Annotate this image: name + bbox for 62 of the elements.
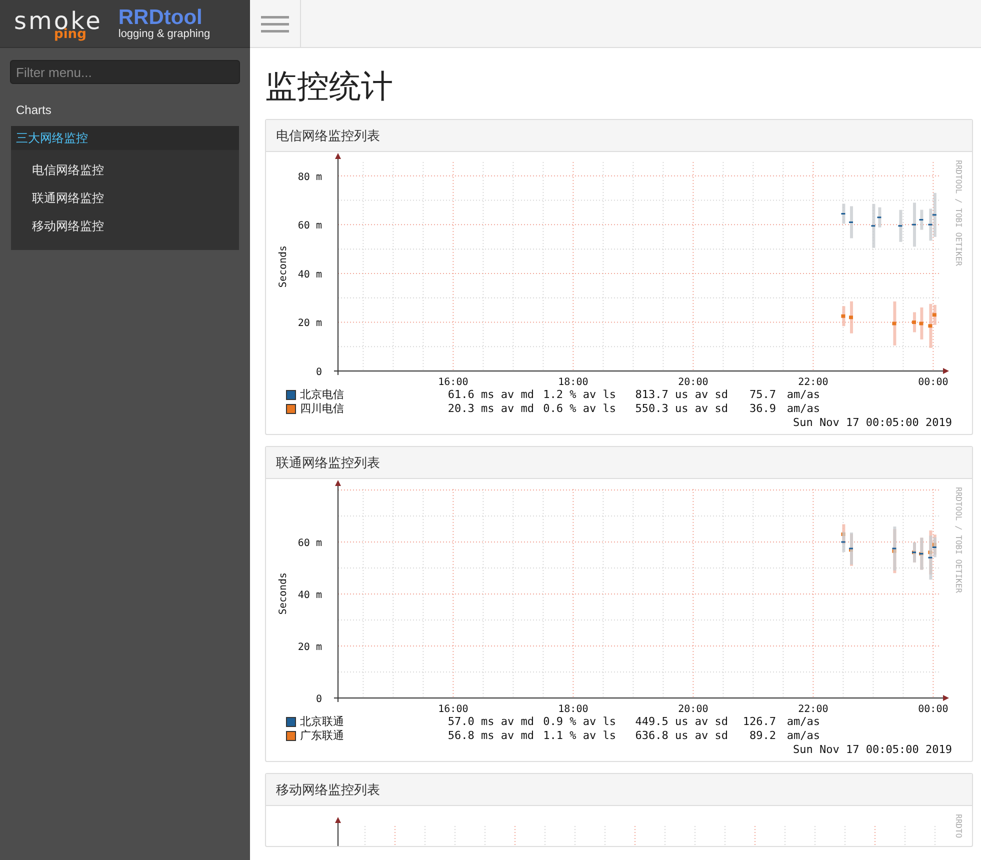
x-tick-label: 16:00 <box>438 704 468 714</box>
ratio-value: 126.7 <box>742 715 776 728</box>
graph-credit: RRDTOOL / TOBI OETIKER <box>954 160 963 266</box>
graph-date: Sun Nov 17 00:05:00 2019 <box>793 742 953 758</box>
ratio-unit: am/as <box>786 729 820 742</box>
page-title: 监控统计 <box>265 67 393 106</box>
menu-group[interactable]: 三大网络监控 <box>11 126 239 150</box>
ratio-value: 75.7 <box>748 388 776 401</box>
x-tick-label: 00:00 <box>918 704 948 714</box>
y-tick-label: 20 m <box>298 642 322 653</box>
x-tick-label: 00:00 <box>918 377 948 387</box>
y-tick-label: 60 m <box>298 538 322 550</box>
graph-credit: RRDTOOL / TOBI OETIKER <box>954 487 963 593</box>
legend-name: 四川电信 <box>299 401 345 416</box>
median-value: 56.8 ms av md <box>446 729 534 742</box>
ratio-unit: am/as <box>786 388 820 401</box>
legend-name: 北京联通 <box>299 714 345 729</box>
x-tick-label: 18:00 <box>558 377 588 387</box>
loss-value: 1.1 % av ls <box>542 729 616 742</box>
y-tick-label: 40 m <box>298 269 322 280</box>
logo-tagline: logging & graphing <box>118 28 210 40</box>
ratio-unit: am/as <box>786 402 820 415</box>
loss-value: 0.6 % av ls <box>542 402 616 415</box>
y-tick-label: 60 m <box>298 220 322 232</box>
filter-field[interactable]: Filter menu... <box>10 60 240 84</box>
x-tick-label: 22:00 <box>798 377 828 387</box>
y-axis-title: Seconds <box>278 245 289 288</box>
ratio-value: 36.9 <box>748 402 776 415</box>
legend-name: 北京电信 <box>299 387 345 402</box>
y-tick-label: 0 <box>316 367 322 378</box>
graph-date: Sun Nov 17 00:05:00 2019 <box>793 415 953 431</box>
x-tick-label: 16:00 <box>438 377 468 387</box>
menu-item[interactable]: 电信网络监控 <box>11 156 239 184</box>
stddev-value: 813.7 us av sd <box>634 388 728 401</box>
loss-value: 1.2 % av ls <box>542 388 616 401</box>
stddev-value: 449.5 us av sd <box>634 715 728 728</box>
panel-title: 移动网络监控列表 <box>276 780 380 798</box>
legend-name: 广东联通 <box>299 728 345 743</box>
menu-item[interactable]: Charts <box>0 98 250 122</box>
y-tick-label: 0 <box>316 694 322 705</box>
median-value: 57.0 ms av md <box>446 715 534 728</box>
x-tick-label: 20:00 <box>678 704 708 714</box>
stddev-value: 550.3 us av sd <box>634 402 728 415</box>
y-axis-title: Seconds <box>278 572 289 615</box>
x-tick-label: 20:00 <box>678 377 708 387</box>
ratio-value: 89.2 <box>748 729 776 742</box>
x-tick-label: 22:00 <box>798 704 828 714</box>
panel-title: 联通网络监控列表 <box>276 454 380 472</box>
x-tick-label: 18:00 <box>558 704 588 714</box>
panel-title: 电信网络监控列表 <box>276 126 380 144</box>
logo-text: RRDtool <box>118 6 202 28</box>
median-value: 61.6 ms av md <box>446 388 534 401</box>
graph-credit: RRDTO <box>954 814 963 838</box>
median-value: 20.3 ms av md <box>446 402 534 415</box>
loss-value: 0.9 % av ls <box>542 715 616 728</box>
ratio-unit: am/as <box>786 715 820 728</box>
menu-item[interactable]: 移动网络监控 <box>11 212 239 240</box>
y-tick-label: 40 m <box>298 590 322 602</box>
y-tick-label: 80 m <box>298 172 322 183</box>
y-tick-label: 20 m <box>298 318 322 330</box>
menu-item[interactable]: 联通网络监控 <box>11 184 239 212</box>
stddev-value: 636.8 us av sd <box>634 729 728 742</box>
